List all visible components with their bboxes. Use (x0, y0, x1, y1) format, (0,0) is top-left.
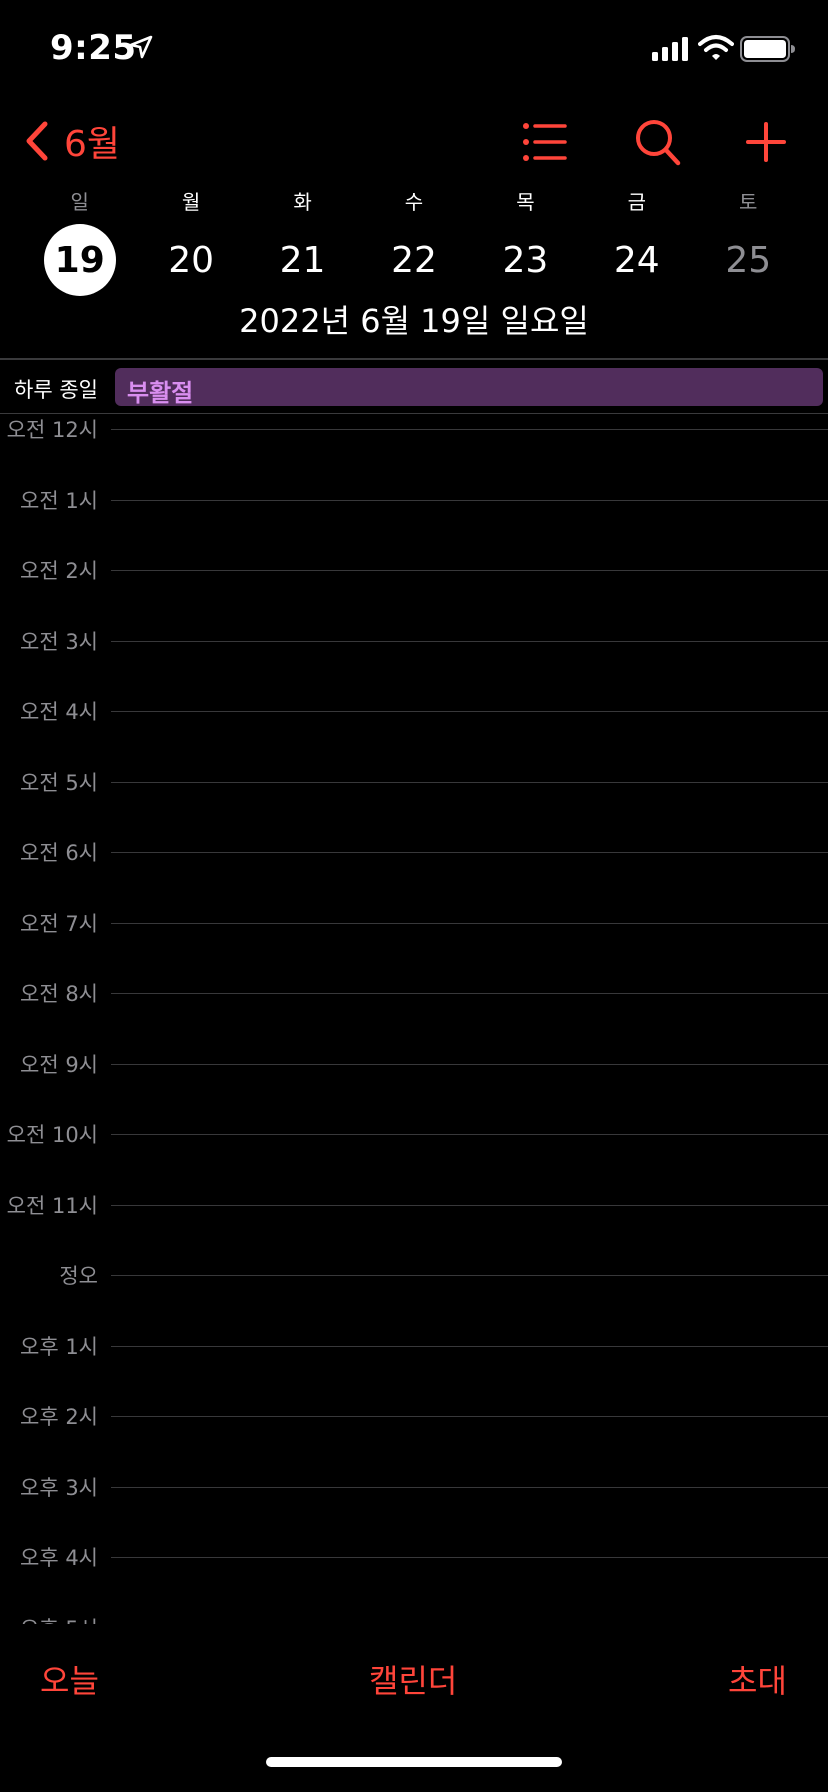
weekday-tue: 화 (293, 190, 312, 214)
hour-label: 오전 12시 (6, 418, 98, 442)
wifi-icon (698, 35, 734, 60)
hour-gridline (111, 711, 828, 712)
hour-row: 오전 7시 (0, 908, 828, 938)
hour-gridline (111, 1416, 828, 1417)
hour-label: 오전 9시 (20, 1052, 98, 1077)
status-bar: 9:25 (0, 0, 828, 100)
hour-gridline (111, 1557, 828, 1558)
search-icon[interactable] (634, 118, 682, 166)
inbox-invites-button[interactable]: 초대 (728, 1656, 787, 1702)
back-label: 6월 (64, 124, 121, 165)
date-number: 25 (725, 239, 772, 281)
hour-row: 오후 2시 (0, 1401, 828, 1431)
hour-gridline (111, 640, 828, 642)
weekday-fri: 금 (627, 190, 647, 214)
hour-row: 오전 4시 (0, 696, 828, 726)
hour-gridline (111, 993, 828, 994)
hour-gridline (111, 922, 828, 924)
selected-full-date: 2022년 6월 19일 일요일 (239, 302, 589, 340)
hour-row: 오후 3시 (0, 1472, 828, 1502)
hour-gridline (111, 1063, 828, 1065)
all-day-event[interactable]: 부활절 (115, 368, 823, 407)
hour-label: 오전 11시 (6, 1193, 98, 1218)
hour-label: 오후 3시 (20, 1475, 98, 1500)
weekday-sat: 토 (739, 190, 758, 214)
hour-label: 오전 6시 (20, 841, 98, 865)
date-cell[interactable]: 19 (24, 224, 135, 296)
location-arrow-icon (129, 35, 153, 59)
weekday-sun: 일 (70, 190, 89, 214)
hour-gridline (111, 1486, 828, 1488)
hour-gridline (111, 1204, 828, 1206)
hour-row: 오전 10시 (0, 1119, 828, 1149)
date-cell[interactable]: 25 (693, 224, 804, 296)
hour-label: 오후 2시 (20, 1405, 98, 1429)
hour-gridline (111, 852, 828, 853)
cellular-signal-icon (652, 37, 688, 61)
date-cell[interactable]: 23 (470, 224, 581, 296)
hour-row: 오후 4시 (0, 1542, 828, 1572)
hour-label: 오후 1시 (20, 1334, 98, 1359)
hour-gridline (111, 1134, 828, 1135)
list-view-icon[interactable] (520, 118, 568, 166)
hour-row: 오전 1시 (0, 485, 828, 515)
weekday-header-row: 일 월 화 수 목 금 토 (24, 186, 804, 215)
hour-row: 정오 (0, 1260, 828, 1290)
home-indicator (266, 1757, 562, 1767)
hour-row: 오후 1시 (0, 1331, 828, 1361)
status-time: 9:25 (50, 28, 137, 68)
hour-row: 오전 12시 (0, 414, 828, 444)
back-to-month-button[interactable]: 6월 (24, 116, 120, 166)
all-day-label: 하루 종일 (14, 378, 98, 402)
hour-row: 오전 2시 (0, 555, 828, 585)
hour-gridline (111, 429, 828, 430)
weekday-thu: 목 (516, 190, 535, 214)
hour-label: 오전 5시 (20, 770, 98, 795)
date-number: 23 (502, 239, 549, 281)
hour-label: 오전 7시 (20, 911, 98, 936)
date-number: 24 (613, 239, 660, 281)
add-event-icon[interactable] (742, 118, 790, 166)
hour-row: 오전 6시 (0, 837, 828, 867)
hour-label: 오전 2시 (20, 559, 98, 583)
date-number: 20 (168, 239, 215, 281)
hour-row: 오전 9시 (0, 1049, 828, 1079)
hour-gridline (111, 499, 828, 501)
hour-gridline (111, 570, 828, 571)
chevron-left-icon (26, 121, 48, 161)
hour-label: 오전 1시 (20, 488, 98, 513)
hour-row: 오후 5시 (0, 1613, 828, 1625)
hour-row: 오전 8시 (0, 978, 828, 1008)
date-number: 21 (279, 239, 326, 281)
all-day-row: 하루 종일 부활절 (0, 360, 828, 412)
weekday-wed: 수 (404, 190, 424, 214)
all-day-event-title: 부활절 (127, 379, 194, 407)
hour-label: 오후 4시 (20, 1546, 98, 1570)
date-number-selected: 19 (43, 224, 116, 296)
hour-gridline (111, 1345, 828, 1347)
hour-label: 오전 8시 (20, 982, 98, 1006)
hour-gridline (111, 1275, 828, 1276)
hour-label: 오후 5시 (20, 1613, 98, 1625)
week-date-row: 19 20 21 22 23 24 25 (24, 224, 804, 296)
weekday-mon: 월 (181, 190, 201, 214)
today-button[interactable]: 오늘 (40, 1656, 99, 1702)
date-cell[interactable]: 20 (135, 224, 246, 296)
date-cell[interactable]: 22 (358, 224, 469, 296)
nav-header: 6월 (0, 108, 828, 174)
date-cell[interactable]: 21 (247, 224, 358, 296)
hour-label: 오전 3시 (20, 629, 98, 654)
day-timeline[interactable]: 오전 12시오전 1시오전 2시오전 3시오전 4시오전 5시오전 6시오전 7… (0, 414, 828, 1624)
hour-label: 오전 4시 (20, 700, 98, 724)
battery-icon (740, 36, 795, 62)
hour-label: 오전 10시 (6, 1123, 98, 1147)
hour-label: 정오 (59, 1264, 98, 1288)
hour-row: 오전 11시 (0, 1190, 828, 1220)
hour-row: 오전 3시 (0, 626, 828, 656)
calendars-button[interactable]: 캘린더 (369, 1656, 457, 1702)
date-number: 22 (391, 239, 437, 281)
hour-gridline (111, 781, 828, 783)
date-cell[interactable]: 24 (581, 224, 692, 296)
hour-row: 오전 5시 (0, 767, 828, 797)
